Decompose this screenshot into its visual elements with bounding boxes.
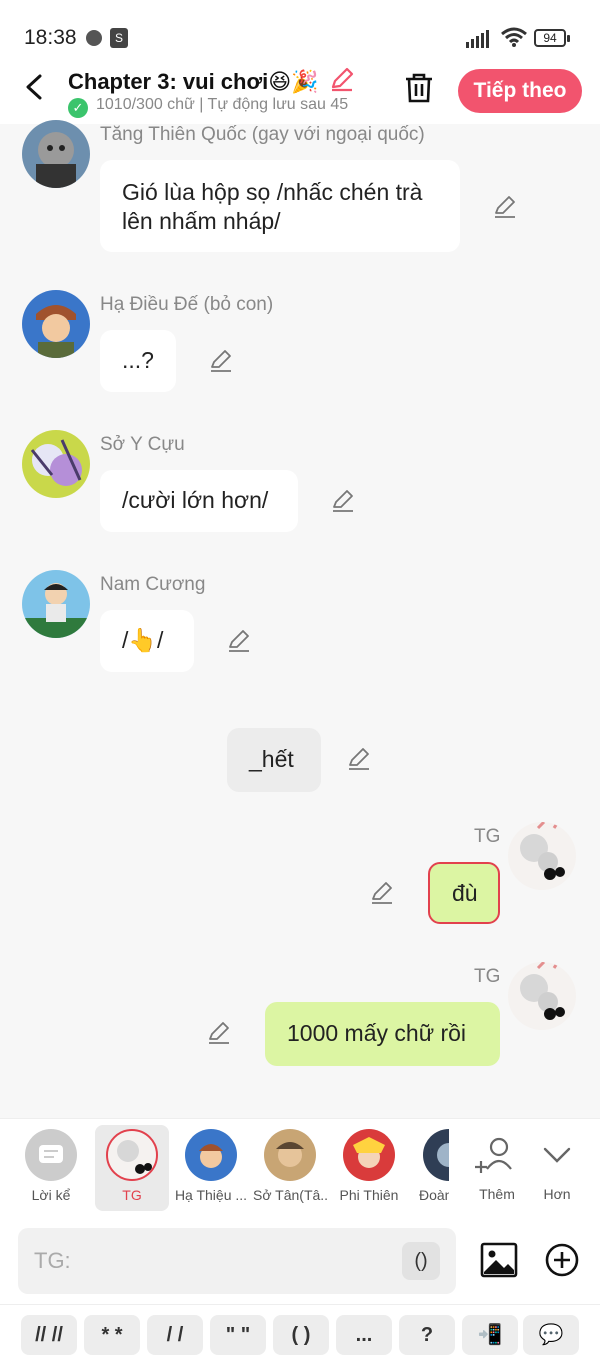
add-icon[interactable] <box>545 1243 579 1277</box>
format-asterisk-button[interactable]: * * <box>84 1315 140 1355</box>
image-icon[interactable] <box>480 1242 518 1278</box>
format-paren-button[interactable]: ( ) <box>273 1315 329 1355</box>
message-input[interactable] <box>34 1242 394 1280</box>
avatar[interactable] <box>22 570 90 638</box>
message-bubble[interactable]: đù <box>428 862 500 924</box>
format-slash-button[interactable]: / / <box>147 1315 203 1355</box>
shopping-bag-icon: S <box>110 28 128 48</box>
narration-text: _hết <box>249 746 294 772</box>
parenthesis-button[interactable]: () <box>402 1242 440 1280</box>
message-text: ...? <box>122 347 154 373</box>
word-count-text: 1010/300 chữ | Tự động lưu sau 45 <box>96 96 349 113</box>
avatar <box>423 1129 449 1181</box>
speaker-name: Nam Cương <box>100 574 206 595</box>
character-label: Lời kể <box>31 1187 71 1203</box>
wifi-icon <box>501 27 527 47</box>
battery-icon: 94 <box>534 29 570 47</box>
character-item[interactable]: Hạ Thiệu ... <box>174 1125 248 1211</box>
avatar <box>343 1129 395 1181</box>
notification-dot-icon <box>86 30 102 46</box>
format-double-slash-button[interactable]: // // <box>21 1315 77 1355</box>
phone-message-button[interactable]: 📲 <box>462 1315 518 1355</box>
edit-message-icon[interactable] <box>206 1020 232 1046</box>
chevron-down-icon <box>543 1147 571 1163</box>
speaker-name: Sở Y Cựu <box>100 434 185 455</box>
chat-bubble-button[interactable]: 💬 <box>523 1315 579 1355</box>
title-emoji: 😆🎉 <box>268 69 319 94</box>
character-label: Hơn <box>543 1186 571 1202</box>
edit-message-icon[interactable] <box>208 348 234 374</box>
message-bubble[interactable]: /👆/ <box>100 610 194 672</box>
character-label: Đoàn <box>419 1187 449 1203</box>
avatar <box>264 1129 316 1181</box>
message-bubble[interactable]: ...? <box>100 330 176 392</box>
character-label: Sở Tân(Tâ... <box>253 1187 327 1203</box>
speaker-name: Tăng Thiên Quốc (gay với ngoại quốc) <box>100 124 425 145</box>
edit-message-icon[interactable] <box>346 746 372 772</box>
avatar[interactable] <box>508 822 576 890</box>
message-bubble[interactable]: /cười lớn hơn/ <box>100 470 298 532</box>
avatar[interactable] <box>22 120 90 188</box>
editor-header: Chapter 3: vui chơi😆🎉 ✓ 1010/300 chữ | Tự… <box>0 58 600 124</box>
avatar[interactable] <box>508 962 576 1030</box>
message-input-box: () <box>18 1228 456 1294</box>
character-item[interactable]: Phi Thiên <box>332 1125 406 1211</box>
character-item[interactable]: Sở Tân(Tâ... <box>253 1125 327 1211</box>
check-icon: ✓ <box>68 98 88 118</box>
edit-message-icon[interactable] <box>492 194 518 220</box>
trash-icon[interactable] <box>404 72 434 104</box>
message-bubble[interactable]: 1000 mấy chữ rồi <box>265 1002 500 1066</box>
chapter-title[interactable]: Chapter 3: vui chơi😆🎉 <box>68 66 355 95</box>
character-label: TG <box>122 1187 142 1203</box>
avatar[interactable] <box>22 290 90 358</box>
message-text: đù <box>452 880 478 906</box>
edit-title-icon[interactable] <box>329 66 355 92</box>
message-text: 1000 mấy chữ rồi <box>287 1020 467 1046</box>
character-narrator[interactable]: Lời kể <box>14 1125 88 1211</box>
avatar[interactable] <box>22 430 90 498</box>
speaker-name: TG <box>474 966 501 987</box>
add-user-icon <box>475 1137 512 1173</box>
status-time: 18:38 <box>24 26 77 49</box>
signal-icon <box>466 30 489 48</box>
character-tg[interactable]: TG <box>95 1125 169 1211</box>
format-question-button[interactable]: ? <box>399 1315 455 1355</box>
narrator-icon <box>25 1129 77 1181</box>
format-toolbar: // // * * / / " " ( ) ... ? 📲 💬 <box>0 1304 600 1367</box>
speaker-name: TG <box>474 826 501 847</box>
composer: () <box>0 1218 600 1304</box>
avatar <box>106 1129 158 1181</box>
message-text: Gió lùa hộp sọ /nhấc chén trà lên nhấm n… <box>122 179 423 234</box>
edit-message-icon[interactable] <box>369 880 395 906</box>
format-quote-button[interactable]: " " <box>210 1315 266 1355</box>
next-button[interactable]: Tiếp theo <box>458 69 582 113</box>
character-label: Hạ Thiệu ... <box>174 1187 248 1203</box>
more-button[interactable]: Hơn <box>520 1125 594 1211</box>
speaker-name: Hạ Điều Đế (bỏ con) <box>100 294 274 315</box>
character-selector: Lời kể TG Hạ Thiệu ... Sở Tân(Tâ... Phi … <box>0 1118 600 1218</box>
edit-message-icon[interactable] <box>226 628 252 654</box>
word-count-status: ✓ 1010/300 chữ | Tự động lưu sau 45 <box>68 96 380 118</box>
edit-message-icon[interactable] <box>330 488 356 514</box>
character-label: Phi Thiên <box>339 1187 399 1203</box>
chapter-title-text: Chapter 3: vui chơi <box>68 69 269 94</box>
back-arrow-icon[interactable] <box>20 72 50 102</box>
message-text: /👆/ <box>122 627 164 653</box>
format-ellipsis-button[interactable]: ... <box>336 1315 392 1355</box>
narration-bubble[interactable]: _hết <box>227 728 321 792</box>
character-item[interactable]: Đoàn <box>411 1125 449 1211</box>
avatar <box>185 1129 237 1181</box>
message-text: /cười lớn hơn/ <box>122 487 269 513</box>
message-bubble[interactable]: Gió lùa hộp sọ /nhấc chén trà lên nhấm n… <box>100 160 460 252</box>
